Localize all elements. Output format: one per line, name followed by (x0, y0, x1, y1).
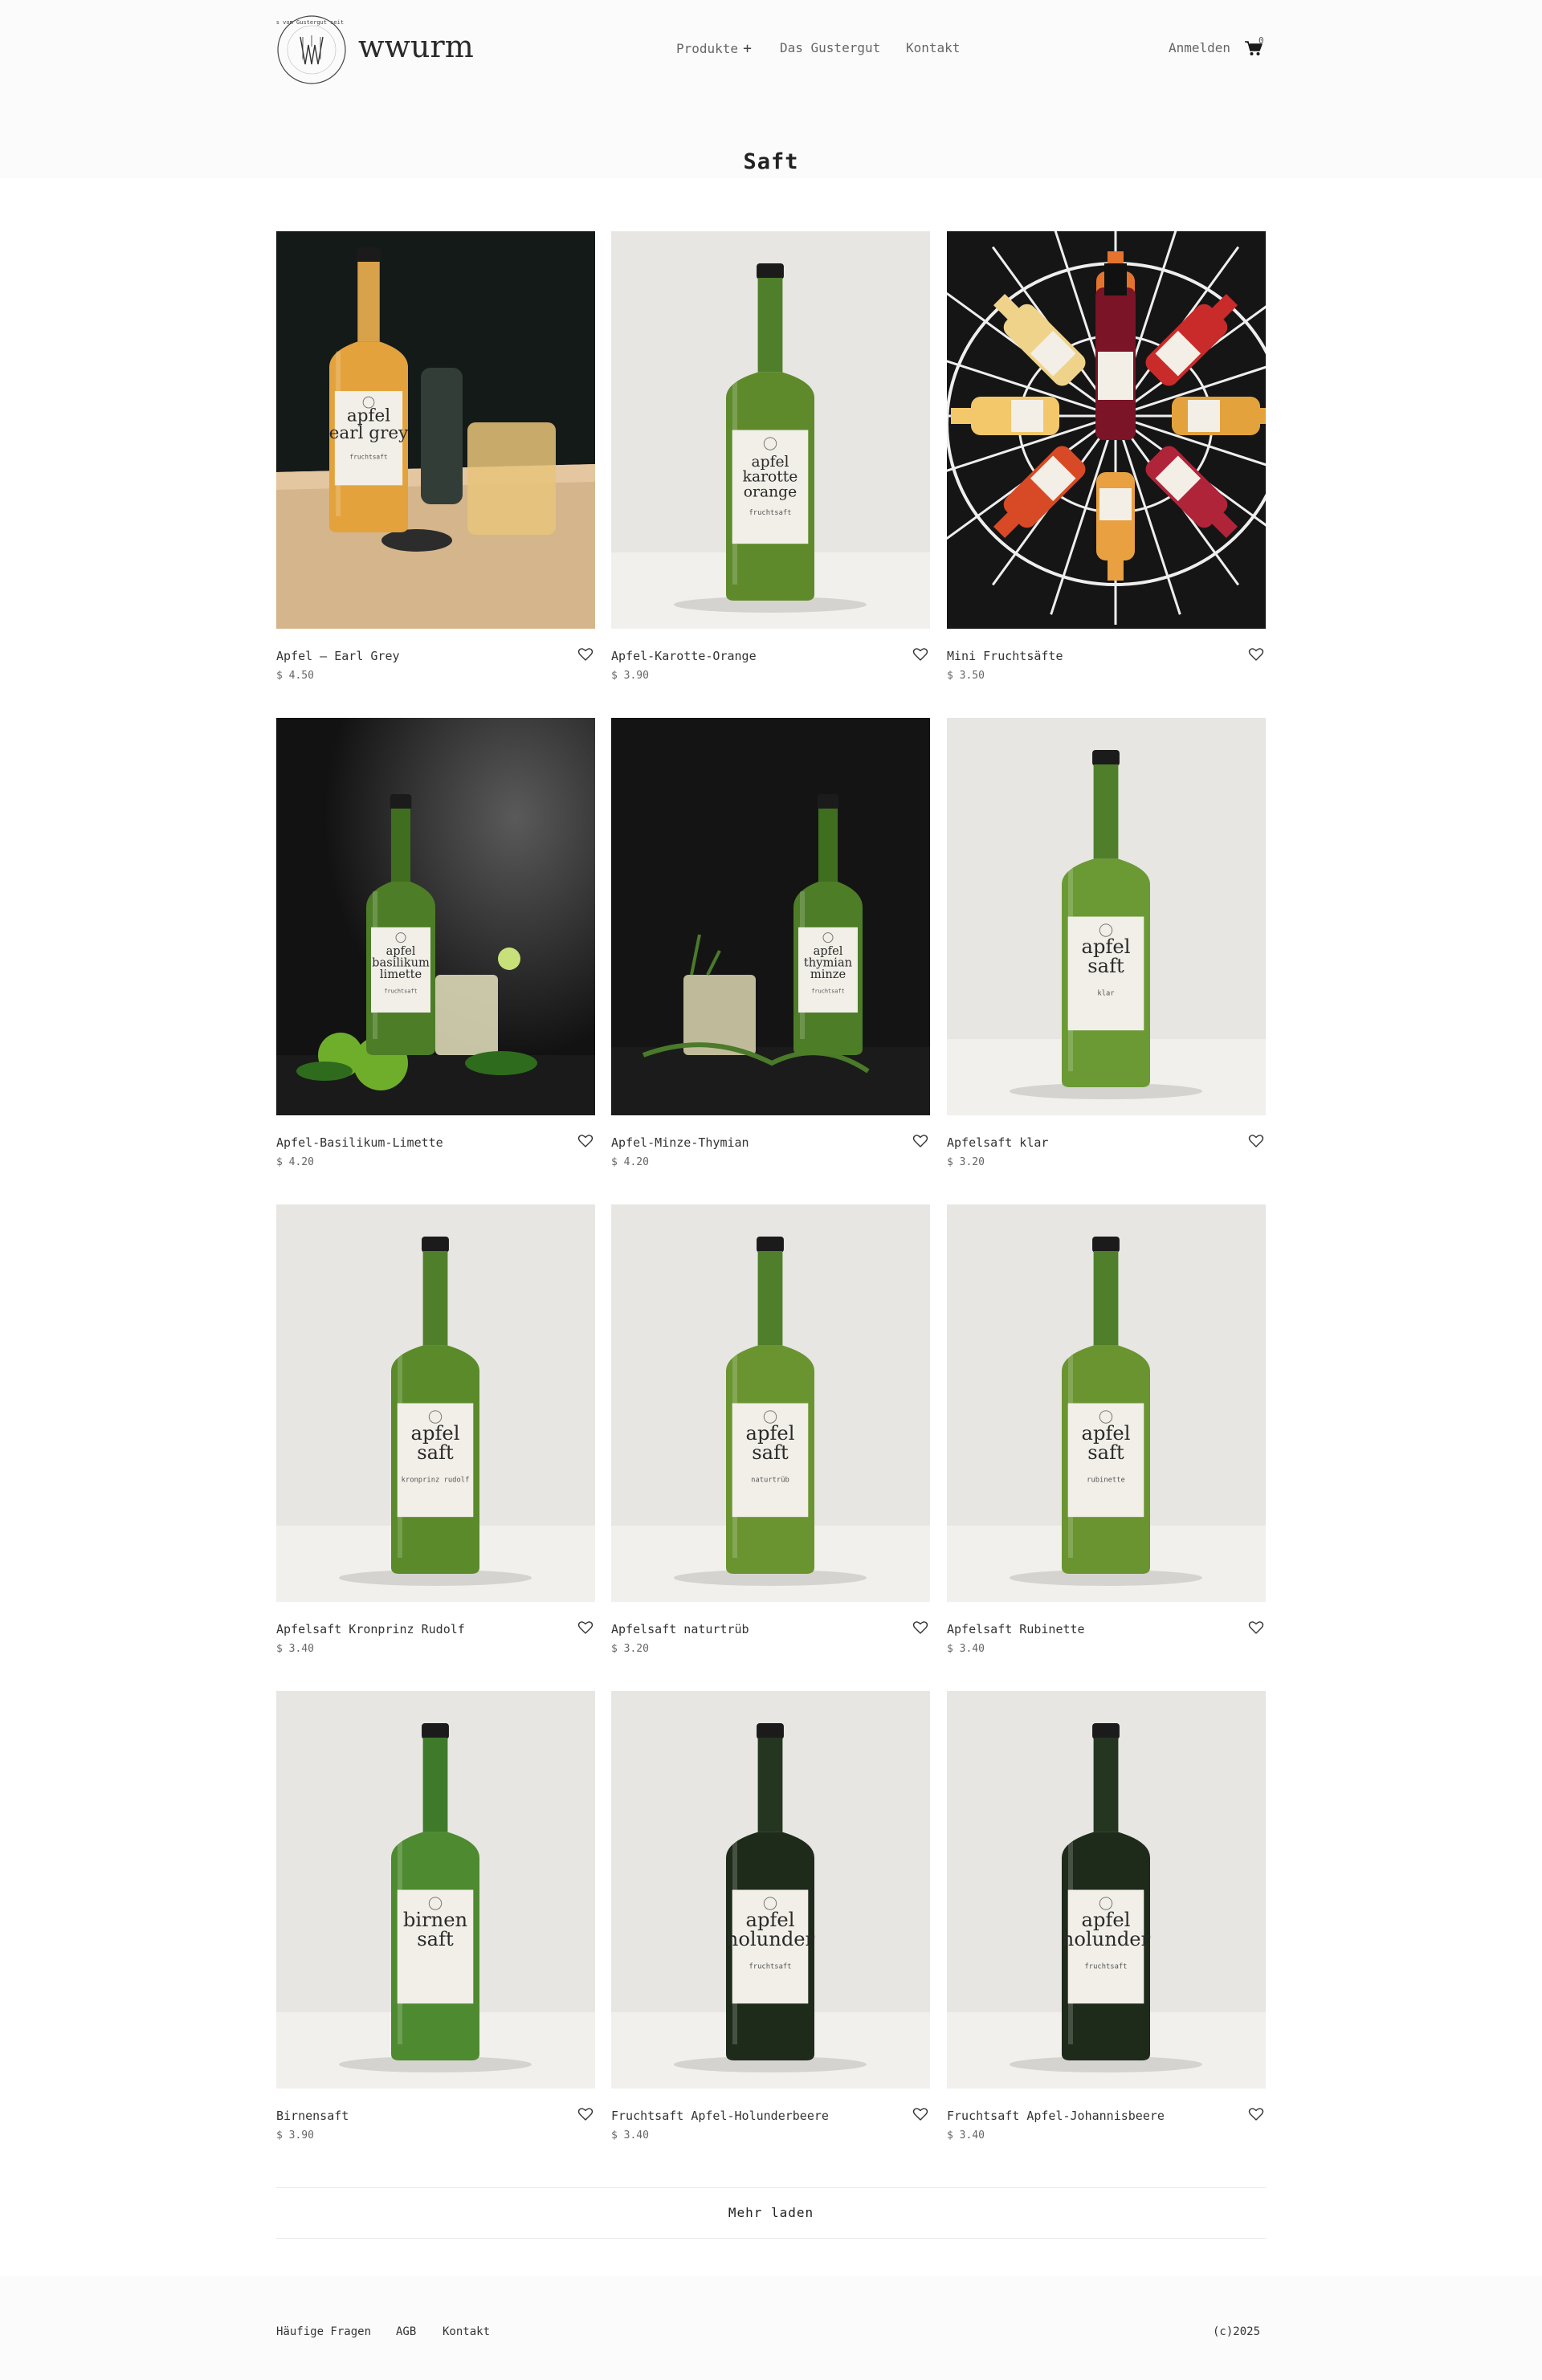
wishlist-heart-icon[interactable] (577, 2106, 594, 2122)
product-card[interactable]: apfel basilikum limette fruchtsaft Apfel-Bas… (276, 718, 595, 1192)
svg-text:earl grey: earl grey (329, 423, 409, 443)
svg-text:fruchtsaft: fruchtsaft (349, 454, 387, 461)
product-price: $ 3.40 (276, 1643, 314, 1655)
product-card[interactable]: apfel saft naturtrüb Apfelsaft naturtrüb $ 3… (611, 1204, 930, 1678)
svg-text:holunder: holunder (1062, 1928, 1151, 1950)
svg-text:limette: limette (380, 968, 422, 981)
wishlist-heart-icon[interactable] (577, 646, 594, 662)
wishlist-heart-icon[interactable] (577, 1133, 594, 1149)
site-header: Gutes vom Gustergut seit 1925 wwurm Prod… (0, 0, 1542, 100)
product-price: $ 3.40 (611, 2129, 649, 2142)
product-name[interactable]: Apfel — Earl Grey (276, 649, 400, 663)
product-price: $ 4.20 (611, 1156, 649, 1168)
wishlist-heart-icon[interactable] (912, 646, 928, 662)
svg-text:fruchtsaft: fruchtsaft (1085, 1962, 1128, 1970)
shopping-cart-icon[interactable] (1244, 39, 1268, 58)
svg-text:saft: saft (1087, 955, 1124, 977)
footer-link-kontakt[interactable]: Kontakt (443, 2325, 490, 2338)
product-image[interactable]: apfel earl grey fruchtsaft (276, 231, 595, 629)
product-price: $ 4.20 (276, 1156, 314, 1168)
product-image[interactable]: apfel holunder fruchtsaft (947, 1691, 1266, 2089)
product-name[interactable]: Apfel-Karotte-Orange (611, 649, 757, 663)
product-name[interactable]: Apfelsaft klar (947, 1135, 1048, 1150)
product-card[interactable]: apfel saft rubinette Apfelsaft Rubinette $ 3… (947, 1204, 1266, 1678)
product-name[interactable]: Mini Fruchtsäfte (947, 649, 1063, 663)
product-image[interactable]: apfel saft naturtrüb (611, 1204, 930, 1602)
product-name[interactable]: Apfelsaft Rubinette (947, 1622, 1085, 1636)
product-image[interactable]: apfel saft klar (947, 718, 1266, 1115)
product-price: $ 3.40 (947, 1643, 985, 1655)
product-name[interactable]: Fruchtsaft Apfel-Johannisbeere (947, 2109, 1165, 2123)
product-card[interactable]: apfel holunder fruchtsaft Fruchtsaft Apfel-… (947, 1691, 1266, 2165)
product-price: $ 3.90 (276, 2129, 314, 2142)
product-price: $ 3.20 (947, 1156, 985, 1168)
svg-text:kronprinz rudolf: kronprinz rudolf (402, 1476, 470, 1484)
svg-text:fruchtsaft: fruchtsaft (749, 509, 792, 517)
product-name[interactable]: Apfel-Minze-Thymian (611, 1135, 749, 1150)
svg-text:klar: klar (1097, 989, 1114, 997)
product-card[interactable]: Mini Fruchtsäfte $ 3.50 (947, 231, 1266, 705)
product-price: $ 3.50 (947, 670, 985, 682)
footer-link-faq[interactable]: Häufige Fragen (276, 2325, 371, 2338)
product-image[interactable]: birnen saft (276, 1691, 595, 2089)
svg-text:holunder: holunder (726, 1928, 815, 1950)
product-name[interactable]: Birnensaft (276, 2109, 349, 2123)
product-image[interactable]: apfel saft kronprinz rudolf (276, 1204, 595, 1602)
wishlist-heart-icon[interactable] (912, 1620, 928, 1636)
product-card[interactable]: birnen saft Birnensaft $ 3.90 (276, 1691, 595, 2165)
wishlist-heart-icon[interactable] (1248, 1133, 1264, 1149)
product-name[interactable]: Apfelsaft Kronprinz Rudolf (276, 1622, 465, 1636)
product-card[interactable]: apfel karotte orange fruchtsaft Apfel-Karott… (611, 231, 930, 705)
seal-text: Gutes vom Gustergut seit 1925 (276, 19, 347, 26)
product-price: $ 3.40 (947, 2129, 985, 2142)
svg-text:minze: minze (810, 968, 846, 981)
product-price: $ 4.50 (276, 670, 314, 682)
site-footer: Häufige Fragen AGB Kontakt (c)2025 (0, 2276, 1542, 2380)
product-card[interactable]: apfel earl grey fruchtsaft Apfel — Earl Gre… (276, 231, 595, 705)
product-card[interactable]: apfel thymian minze fruchtsaft Apfel-Minze-T… (611, 718, 930, 1192)
product-image[interactable] (947, 231, 1266, 629)
product-image[interactable]: apfel holunder fruchtsaft (611, 1691, 930, 2089)
wishlist-heart-icon[interactable] (912, 2106, 928, 2122)
product-name[interactable]: Apfelsaft naturtrüb (611, 1622, 749, 1636)
product-card[interactable]: apfel holunder fruchtsaft Fruchtsaft Apfel-… (611, 1691, 930, 2165)
svg-text:rubinette: rubinette (1087, 1476, 1125, 1484)
nav-produkte[interactable]: Produkte + (676, 40, 752, 57)
nav-kontakt[interactable]: Kontakt (906, 40, 960, 55)
wishlist-heart-icon[interactable] (1248, 1620, 1264, 1636)
svg-text:fruchtsaft: fruchtsaft (749, 1962, 792, 1970)
product-name[interactable]: Apfel-Basilikum-Limette (276, 1135, 443, 1150)
nav-produkte-label: Produkte (676, 41, 739, 56)
svg-text:saft: saft (1087, 1441, 1124, 1464)
product-card[interactable]: apfel saft kronprinz rudolf Apfelsaft Kronp… (276, 1204, 595, 1678)
main-nav: Produkte + Das Gustergut Kontakt Anmelden (0, 40, 1542, 59)
product-price: $ 3.20 (611, 1643, 649, 1655)
wishlist-heart-icon[interactable] (577, 1620, 594, 1636)
product-name[interactable]: Fruchtsaft Apfel-Holunderbeere (611, 2109, 829, 2123)
svg-text:saft: saft (417, 1928, 454, 1950)
page-title: Saft (743, 149, 799, 174)
load-more-button[interactable]: Mehr laden (276, 2187, 1266, 2239)
product-price: $ 3.90 (611, 670, 649, 682)
svg-text:naturtrüb: naturtrüb (751, 1476, 789, 1484)
svg-text:fruchtsaft: fruchtsaft (811, 988, 844, 995)
cart-count-badge: 0 (1258, 35, 1264, 46)
copyright: (c)2025 (1213, 2325, 1261, 2338)
wishlist-heart-icon[interactable] (1248, 646, 1264, 662)
product-image[interactable]: apfel saft rubinette (947, 1204, 1266, 1602)
svg-text:fruchtsaft: fruchtsaft (384, 988, 417, 995)
product-image[interactable]: apfel basilikum limette fruchtsaft (276, 718, 595, 1115)
login-link[interactable]: Anmelden (1169, 40, 1230, 55)
plus-icon: + (743, 40, 752, 57)
svg-text:saft: saft (417, 1441, 454, 1464)
nav-das-gustergut[interactable]: Das Gustergut (780, 40, 880, 55)
product-card[interactable]: apfel saft klar Apfelsaft klar $ 3.20 (947, 718, 1266, 1192)
product-image[interactable]: apfel thymian minze fruchtsaft (611, 718, 930, 1115)
svg-text:saft: saft (752, 1441, 789, 1464)
svg-text:orange: orange (744, 483, 797, 500)
wishlist-heart-icon[interactable] (912, 1133, 928, 1149)
product-image[interactable]: apfel karotte orange fruchtsaft (611, 231, 930, 629)
wishlist-heart-icon[interactable] (1248, 2106, 1264, 2122)
footer-link-agb[interactable]: AGB (396, 2325, 416, 2338)
